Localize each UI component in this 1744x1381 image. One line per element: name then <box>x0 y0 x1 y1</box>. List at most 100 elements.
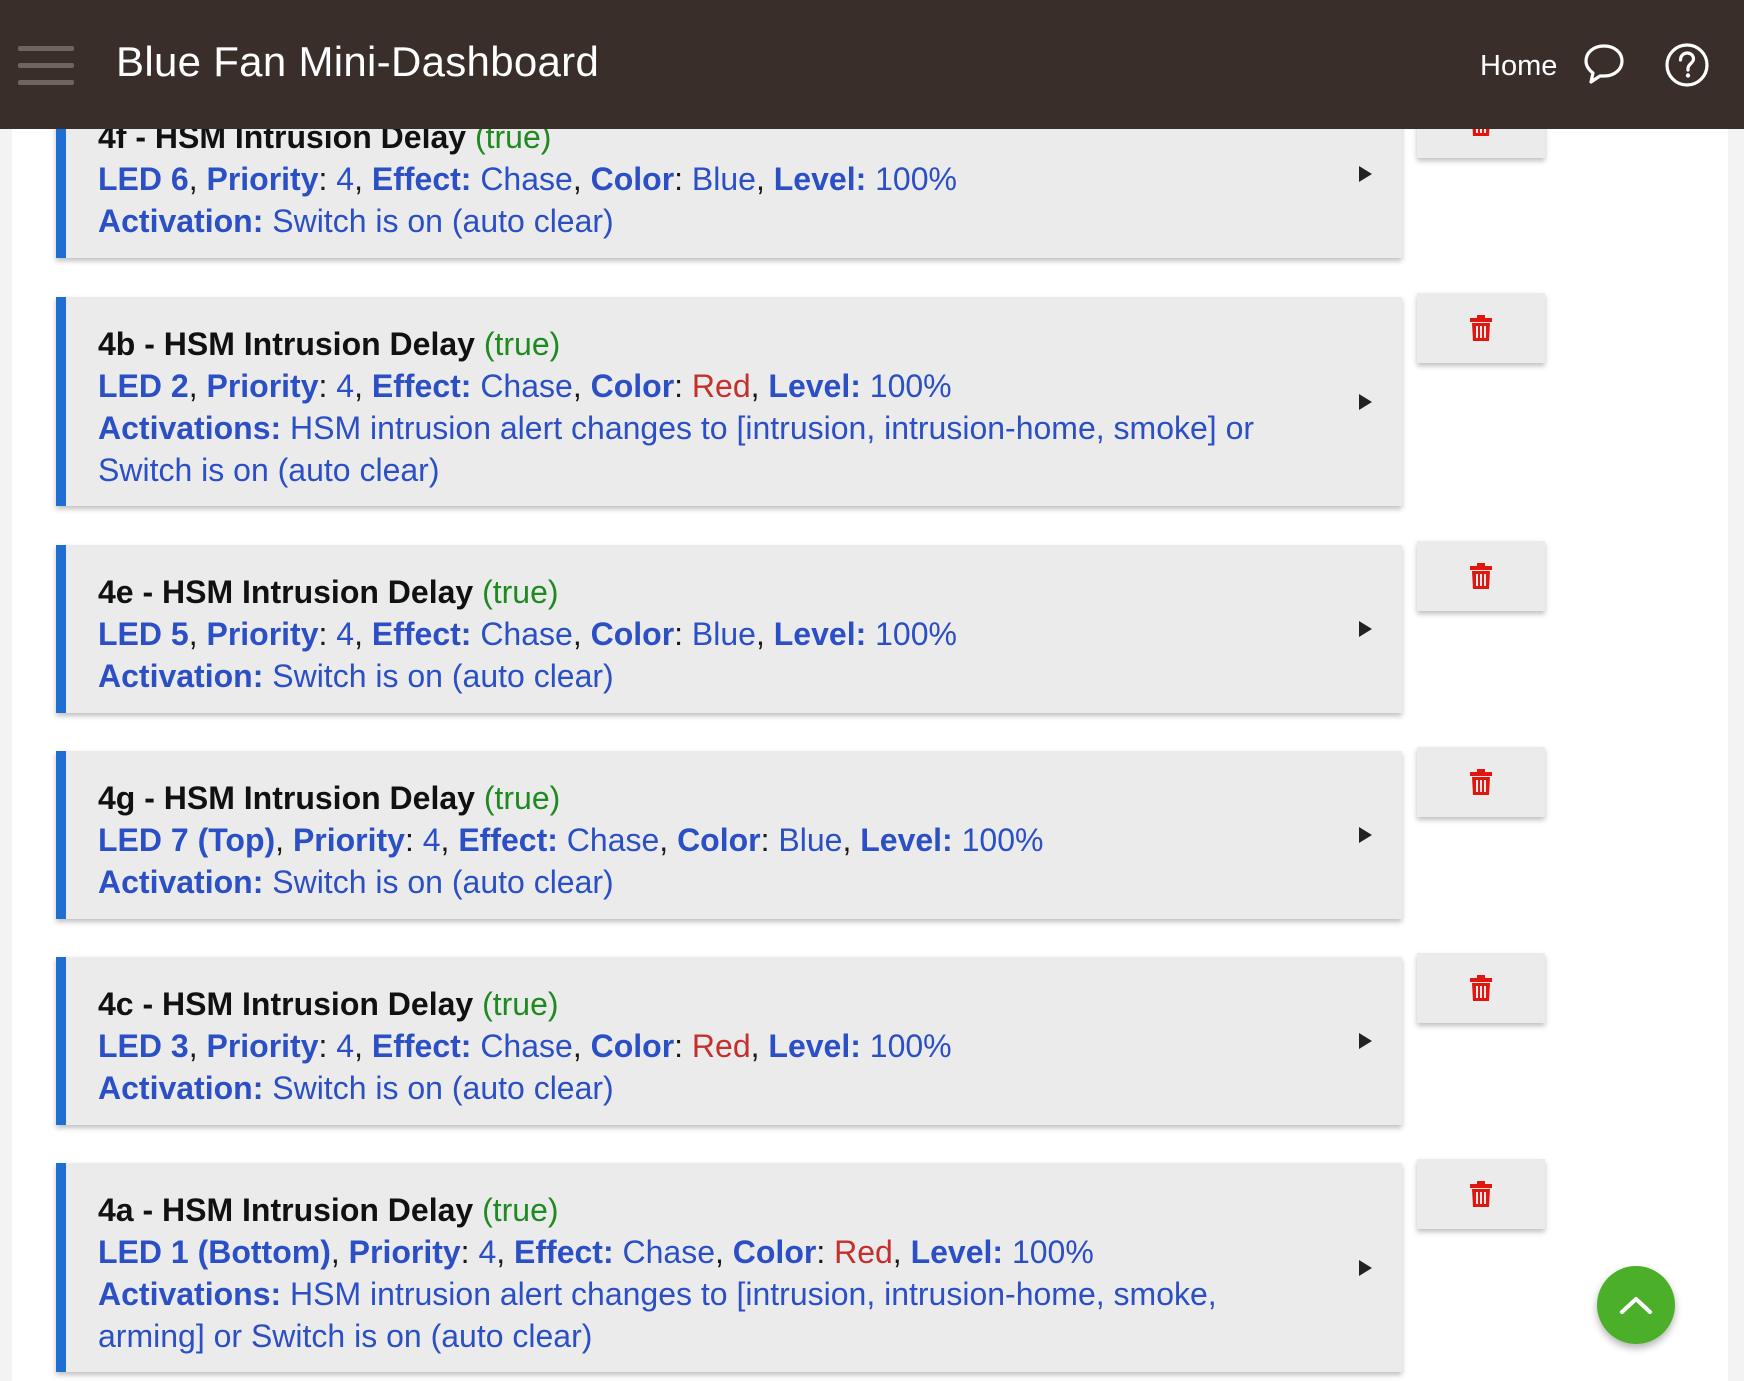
color-label: Color <box>590 1028 675 1064</box>
chevron-up-icon <box>1620 1297 1652 1314</box>
effect-value: Chase <box>480 368 573 404</box>
effect-label: Effect: <box>371 368 472 404</box>
color-value: Blue <box>778 822 843 858</box>
card-details-line: LED 3, Priority: 4, Effect: Chase, Color… <box>98 1028 952 1064</box>
expand-arrow-icon[interactable] <box>1359 1033 1372 1049</box>
activation-value: Switch is on (auto clear) <box>272 1070 614 1106</box>
card-title-line: 4b - HSM Intrusion Delay (true) <box>98 323 1312 365</box>
card-details-line: LED 5, Priority: 4, Effect: Chase, Color… <box>98 616 957 652</box>
card-activation-line: Activation: Switch is on (auto clear) <box>98 1067 1312 1109</box>
delete-button[interactable] <box>1417 541 1545 611</box>
notification-card[interactable]: 4g - HSM Intrusion Delay (true) LED 7 (To… <box>56 751 1402 919</box>
priority-label: Priority <box>206 161 319 197</box>
activation-value: Switch is on (auto clear) <box>272 203 614 239</box>
help-circle-icon[interactable] <box>1664 42 1710 88</box>
card-title-line: 4e - HSM Intrusion Delay (true) <box>98 571 1312 613</box>
notification-state: (true) <box>483 326 561 362</box>
activation-value: Switch is on (auto clear) <box>272 864 614 900</box>
notification-name: 4a - HSM Intrusion Delay <box>98 1192 474 1228</box>
card-activation-line: Activation: Switch is on (auto clear) <box>98 861 1312 903</box>
notification-name: 4b - HSM Intrusion Delay <box>98 326 475 362</box>
color-value: Red <box>691 368 751 404</box>
activation-label: Activation: <box>98 203 264 239</box>
priority-value: 4 <box>336 368 355 404</box>
expand-arrow-icon[interactable] <box>1359 827 1372 843</box>
card-title-line: 4a - HSM Intrusion Delay (true) <box>98 1189 1312 1231</box>
level-value: 100% <box>961 822 1044 858</box>
notification-card[interactable]: 4e - HSM Intrusion Delay (true) LED 5, Pr… <box>56 545 1402 713</box>
effect-value: Chase <box>480 1028 573 1064</box>
color-value: Blue <box>691 161 756 197</box>
effect-label: Effect: <box>371 1028 472 1064</box>
expand-arrow-icon[interactable] <box>1359 1259 1372 1276</box>
color-value: Red <box>834 1234 893 1270</box>
notification-state: (true) <box>482 574 559 610</box>
card-details-line: LED 6, Priority: 4, Effect: Chase, Color… <box>98 161 957 197</box>
card-activation-line: Activations: HSM intrusion alert changes… <box>98 1273 1312 1357</box>
app-header: Blue Fan Mini-Dashboard Home <box>0 0 1744 129</box>
led-label: LED 1 (Bottom) <box>98 1234 331 1270</box>
color-label: Color <box>590 368 675 404</box>
effect-label: Effect: <box>371 161 472 197</box>
notification-name: 4c - HSM Intrusion Delay <box>98 986 474 1022</box>
scroll-to-top-button[interactable] <box>1597 1266 1675 1344</box>
notification-card[interactable]: 4b - HSM Intrusion Delay (true) LED 2, Pr… <box>56 297 1402 506</box>
trash-icon <box>1470 975 1492 1001</box>
color-label: Color <box>732 1234 817 1270</box>
led-label: LED 3 <box>98 1028 189 1064</box>
level-label: Level: <box>773 616 867 652</box>
color-value: Blue <box>691 616 756 652</box>
trash-icon <box>1470 563 1492 589</box>
level-value: 100% <box>1011 1234 1094 1270</box>
notification-name: 4e - HSM Intrusion Delay <box>98 574 474 610</box>
effect-value: Chase <box>622 1234 715 1270</box>
notification-state: (true) <box>482 1192 559 1228</box>
expand-arrow-icon[interactable] <box>1359 166 1372 182</box>
page-content: 4f - HSM Intrusion Delay (true) LED 6, Pr… <box>12 0 1728 1381</box>
app-title: Blue Fan Mini-Dashboard <box>116 38 600 85</box>
effect-label: Effect: <box>514 1234 614 1270</box>
notification-card[interactable]: 4c - HSM Intrusion Delay (true) LED 3, Pr… <box>56 957 1402 1125</box>
priority-value: 4 <box>422 822 441 858</box>
priority-value: 4 <box>478 1234 497 1270</box>
level-label: Level: <box>860 822 953 858</box>
priority-label: Priority <box>206 368 319 404</box>
chat-bubble-icon[interactable] <box>1582 42 1626 86</box>
color-label: Color <box>590 161 675 197</box>
color-value: Red <box>691 1028 751 1064</box>
card-activation-line: Activations: HSM intrusion alert changes… <box>98 407 1312 491</box>
notification-state: (true) <box>482 986 559 1022</box>
priority-label: Priority <box>292 822 405 858</box>
card-activation-line: Activation: Switch is on (auto clear) <box>98 655 1312 697</box>
activation-label: Activations: <box>98 410 282 446</box>
notification-state: (true) <box>483 780 561 816</box>
notification-card[interactable]: 4a - HSM Intrusion Delay (true) LED 1 (Bo… <box>56 1163 1402 1372</box>
priority-label: Priority <box>206 616 319 652</box>
notification-list: 4f - HSM Intrusion Delay (true) LED 6, Pr… <box>12 0 1728 1381</box>
card-title-line: 4g - HSM Intrusion Delay (true) <box>98 777 1312 819</box>
hamburger-menu-icon[interactable] <box>18 46 74 86</box>
delete-button[interactable] <box>1417 1159 1545 1229</box>
priority-value: 4 <box>336 161 355 197</box>
level-value: 100% <box>875 616 957 652</box>
led-label: LED 7 (Top) <box>98 822 276 858</box>
effect-label: Effect: <box>371 616 472 652</box>
activation-label: Activation: <box>98 658 264 694</box>
delete-button[interactable] <box>1417 953 1545 1023</box>
expand-arrow-icon[interactable] <box>1359 621 1372 637</box>
card-activation-line: Activation: Switch is on (auto clear) <box>98 200 1312 242</box>
level-value: 100% <box>869 368 952 404</box>
activation-label: Activations: <box>98 1276 282 1312</box>
priority-label: Priority <box>206 1028 319 1064</box>
expand-arrow-icon[interactable] <box>1359 393 1372 410</box>
activation-label: Activation: <box>98 864 264 900</box>
trash-icon <box>1470 1181 1492 1207</box>
effect-value: Chase <box>566 822 660 858</box>
delete-button[interactable] <box>1417 293 1545 363</box>
activation-value: Switch is on (auto clear) <box>272 658 614 694</box>
home-link[interactable]: Home <box>1480 50 1557 83</box>
priority-value: 4 <box>336 616 355 652</box>
trash-icon <box>1470 315 1492 341</box>
delete-button[interactable] <box>1417 747 1545 817</box>
led-label: LED 2 <box>98 368 189 404</box>
